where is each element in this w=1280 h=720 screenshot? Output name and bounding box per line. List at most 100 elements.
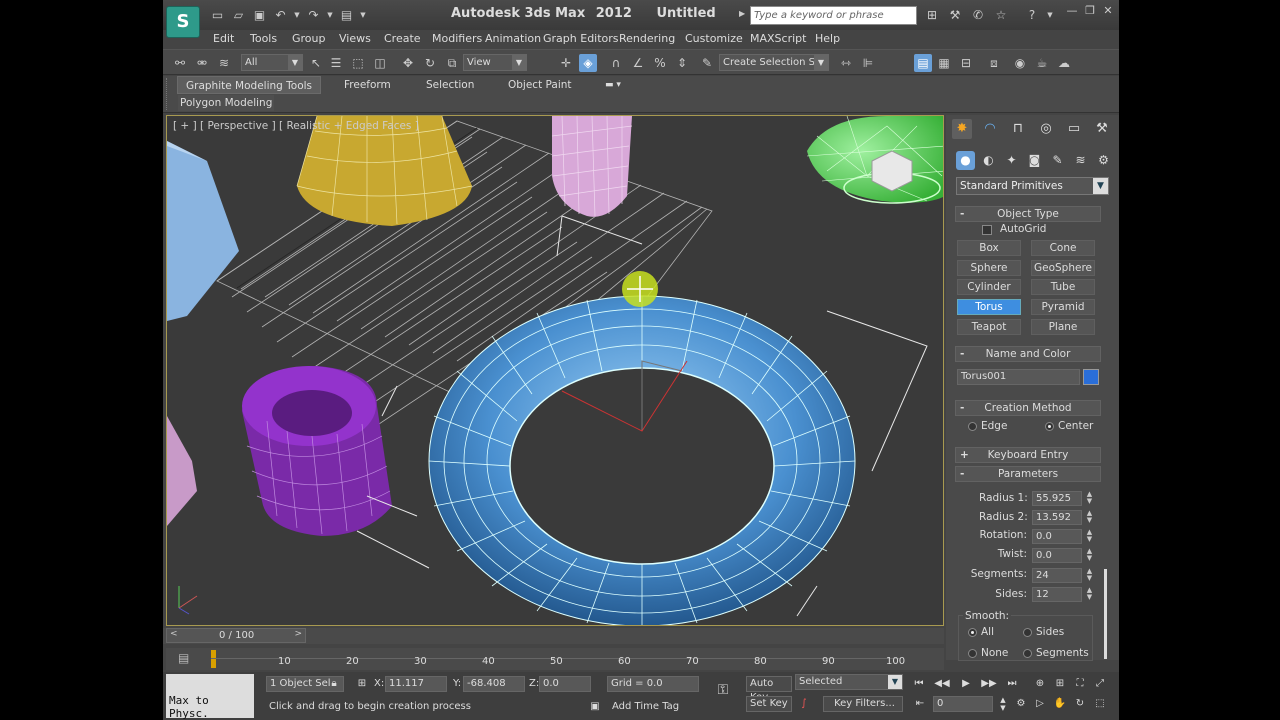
object-type-rollout[interactable]: - Object Type xyxy=(955,206,1101,222)
smooth-segments-radio[interactable] xyxy=(1023,649,1032,658)
rotation-input[interactable]: 0.0 xyxy=(1032,529,1082,544)
communication-icon[interactable]: ✆ xyxy=(969,6,987,24)
ribbon-grip[interactable] xyxy=(166,78,170,110)
set-key-button[interactable]: Set Key xyxy=(746,696,792,712)
space-warps-icon[interactable]: ≋ xyxy=(1071,151,1090,170)
track-bar[interactable]: ▤ 10 20 30 40 50 60 70 80 90 100 xyxy=(166,648,944,670)
schematic-view-icon[interactable]: ⧈ xyxy=(985,54,1003,72)
pivot-center-icon[interactable]: ✛ xyxy=(557,54,575,72)
select-object-icon[interactable]: ↖ xyxy=(307,54,325,72)
menu-help[interactable]: Help xyxy=(815,32,840,45)
time-configuration-icon[interactable]: ⚙ xyxy=(1013,696,1029,712)
center-radio[interactable] xyxy=(1045,422,1054,431)
selection-filter-dropdown[interactable]: All ▼ xyxy=(241,54,303,71)
smooth-none-radio[interactable] xyxy=(968,649,977,658)
torus-object[interactable] xyxy=(428,295,856,626)
plane-button[interactable]: Plane xyxy=(1031,319,1095,335)
rotation-spinner[interactable]: ▲ ▼ xyxy=(1085,529,1094,544)
tab-object-paint[interactable]: Object Paint xyxy=(508,76,572,94)
named-selection-sets-dropdown[interactable]: Create Selection Se ▼ xyxy=(719,54,829,71)
smooth-all-radio[interactable] xyxy=(968,628,977,637)
menu-tools[interactable]: Tools xyxy=(250,32,277,45)
project-folder-icon[interactable]: ▤ xyxy=(338,7,355,23)
align-icon[interactable]: ⊫ xyxy=(859,54,877,72)
window-crossing-icon[interactable]: ◫ xyxy=(371,54,389,72)
menu-graph-editors[interactable]: Graph Editors xyxy=(543,32,619,45)
time-slider-next-icon[interactable]: > xyxy=(294,629,302,639)
tab-graphite-modeling-tools[interactable]: Graphite Modeling Tools xyxy=(177,76,322,94)
time-tag-icon[interactable]: ▣ xyxy=(587,699,603,715)
time-slider[interactable]: < 0 / 100 > xyxy=(166,628,306,643)
motion-tab-icon[interactable]: ◎ xyxy=(1036,119,1056,139)
sphere-button[interactable]: Sphere xyxy=(957,260,1021,276)
geosphere-object[interactable] xyxy=(806,116,944,204)
help-icon[interactable]: ? xyxy=(1023,6,1041,24)
sides-input[interactable]: 12 xyxy=(1032,587,1082,602)
y-coordinate-input[interactable]: -68.408 xyxy=(463,676,525,692)
field-of-view-icon[interactable]: ▷ xyxy=(1032,696,1048,712)
layer-manager-icon[interactable]: ▤ xyxy=(914,54,932,72)
teapot-button[interactable]: Teapot xyxy=(957,319,1021,335)
keyboard-entry-rollout[interactable]: + Keyboard Entry xyxy=(955,447,1101,463)
key-filters-button[interactable]: Key Filters... xyxy=(823,696,903,712)
play-icon[interactable]: ▶ xyxy=(958,676,974,692)
select-manipulate-icon[interactable]: ◈ xyxy=(579,54,597,72)
mirror-icon[interactable]: ⇿ xyxy=(837,54,855,72)
undo-icon[interactable]: ↶ xyxy=(272,7,289,23)
twist-input[interactable]: 0.0 xyxy=(1032,548,1082,563)
partial-object[interactable] xyxy=(167,416,197,526)
segments-input[interactable]: 24 xyxy=(1032,568,1082,583)
auto-key-button[interactable]: Auto Key xyxy=(746,676,792,703)
twist-spinner[interactable]: ▲ ▼ xyxy=(1085,548,1094,563)
select-and-rotate-icon[interactable]: ↻ xyxy=(421,54,439,72)
zoom-extents-icon[interactable]: ⛶ xyxy=(1072,676,1088,692)
mini-curve-editor-icon[interactable]: ▤ xyxy=(178,651,194,667)
name-and-color-rollout[interactable]: - Name and Color xyxy=(955,346,1101,362)
cylinder-button[interactable]: Cylinder xyxy=(957,279,1021,295)
rectangular-selection-icon[interactable]: ⬚ xyxy=(349,54,367,72)
segments-spinner[interactable]: ▲ ▼ xyxy=(1085,568,1094,583)
helpers-icon[interactable]: ✎ xyxy=(1048,151,1067,170)
menu-views[interactable]: Views xyxy=(339,32,371,45)
select-by-name-icon[interactable]: ☰ xyxy=(327,54,345,72)
render-setup-icon[interactable]: ☕ xyxy=(1033,54,1051,72)
smooth-sides-radio[interactable] xyxy=(1023,628,1032,637)
parameters-rollout[interactable]: - Parameters xyxy=(955,466,1101,482)
geometry-icon[interactable]: ● xyxy=(956,151,975,170)
menu-rendering[interactable]: Rendering xyxy=(619,32,675,45)
sides-spinner[interactable]: ▲ ▼ xyxy=(1085,587,1094,602)
lock-selection-icon[interactable]: 🔒︎ xyxy=(326,676,342,692)
select-and-move-icon[interactable]: ✥ xyxy=(399,54,417,72)
quick-access-dropdown-icon[interactable]: ▼ xyxy=(359,7,367,23)
subscription-icon[interactable]: ⚒ xyxy=(946,6,964,24)
current-frame-input[interactable]: 0 xyxy=(933,696,993,712)
add-time-tag-button[interactable]: Add Time Tag xyxy=(612,701,679,712)
restore-icon[interactable]: ❐ xyxy=(1083,4,1097,18)
binoculars-icon[interactable]: ⊞ xyxy=(923,6,941,24)
x-coordinate-input[interactable]: 11.117 xyxy=(385,676,447,692)
percent-snap-icon[interactable]: % xyxy=(651,54,669,72)
pyramid-button[interactable]: Pyramid xyxy=(1031,299,1095,315)
radius1-spinner[interactable]: ▲ ▼ xyxy=(1085,491,1094,506)
edge-radio[interactable] xyxy=(968,422,977,431)
set-key-icon[interactable]: ⚿ xyxy=(710,682,736,698)
torus-button[interactable]: Torus xyxy=(957,299,1021,315)
menu-maxscript[interactable]: MAXScript xyxy=(750,32,806,45)
key-mode-toggle-icon[interactable]: ⇤ xyxy=(912,696,928,712)
material-editor-icon[interactable]: ◉ xyxy=(1011,54,1029,72)
edit-named-selection-icon[interactable]: ✎ xyxy=(698,54,716,72)
key-mode-dropdown[interactable]: Selected ▼ xyxy=(795,674,903,690)
display-tab-icon[interactable]: ▭ xyxy=(1064,119,1084,139)
utilities-tab-icon[interactable]: ⚒ xyxy=(1092,119,1112,139)
create-tab-icon[interactable]: ✸ xyxy=(952,119,972,139)
systems-icon[interactable]: ⚙ xyxy=(1094,151,1113,170)
cone-object[interactable] xyxy=(296,116,473,226)
link-icon[interactable]: ⚯ xyxy=(171,54,189,72)
time-slider-prev-icon[interactable]: < xyxy=(170,629,178,639)
zoom-all-icon[interactable]: ⊞ xyxy=(1052,676,1068,692)
graphite-tools-toggle-icon[interactable]: ▦ xyxy=(935,54,953,72)
menu-customize[interactable]: Customize xyxy=(685,32,743,45)
menu-edit[interactable]: Edit xyxy=(213,32,234,45)
cone-button[interactable]: Cone xyxy=(1031,240,1095,256)
minimize-icon[interactable]: — xyxy=(1065,4,1079,18)
